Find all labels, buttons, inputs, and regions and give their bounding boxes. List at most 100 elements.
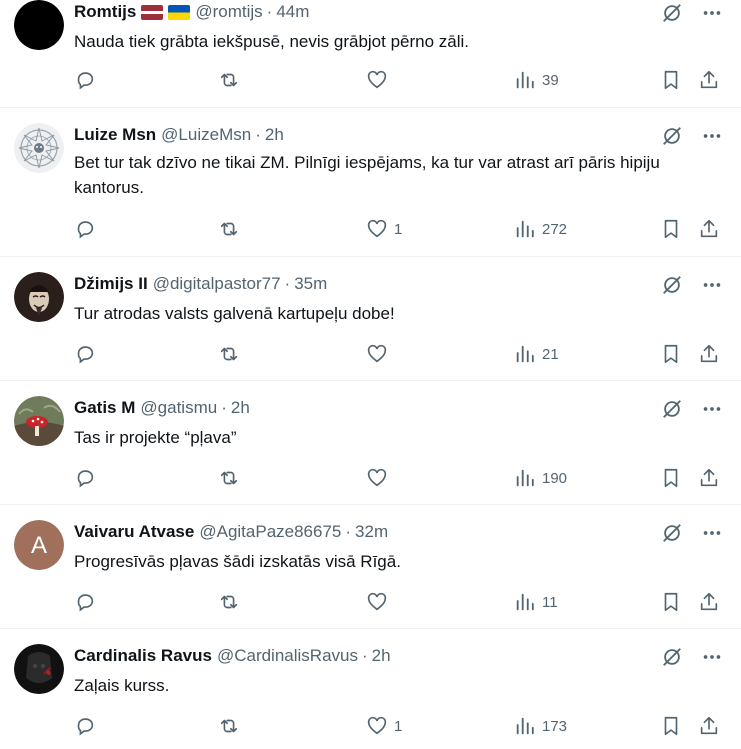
grok-icon[interactable]	[659, 644, 685, 670]
author-handle[interactable]: @gatismu	[140, 396, 217, 420]
retweet-button[interactable]	[218, 464, 246, 492]
avatar[interactable]	[14, 644, 64, 694]
tweet[interactable]: Gatis M @gatismu · 2h Tas ir projekte “p…	[0, 382, 741, 505]
views-button[interactable]: 39	[514, 66, 559, 94]
like-button[interactable]: 1	[366, 215, 402, 243]
more-icon[interactable]	[699, 123, 725, 149]
tweet-actions: 11	[74, 588, 724, 616]
bookmark-button[interactable]	[660, 215, 682, 243]
bookmark-button[interactable]	[660, 712, 682, 740]
views-button[interactable]: 272	[514, 215, 567, 243]
reply-button[interactable]	[74, 215, 102, 243]
reply-button[interactable]	[74, 340, 102, 368]
avatar[interactable]	[14, 272, 64, 322]
author-name[interactable]: Vaivaru Atvase	[74, 520, 194, 544]
views-button[interactable]: 21	[514, 340, 559, 368]
tweet-actions: 21	[74, 340, 724, 368]
reply-button[interactable]	[74, 712, 102, 740]
views-button[interactable]: 11	[514, 588, 558, 616]
more-icon[interactable]	[699, 520, 725, 546]
like-button[interactable]: 1	[366, 712, 402, 740]
tweet[interactable]: Luize Msn @LuizeMsn · 2h Bet tur tak dzī…	[0, 109, 741, 257]
tweet-actions: 1 272	[74, 215, 724, 243]
author-handle[interactable]: @romtijs	[195, 0, 262, 24]
grok-icon[interactable]	[659, 123, 685, 149]
separator: ·	[266, 2, 273, 21]
separator: ·	[284, 274, 291, 293]
retweet-button[interactable]	[218, 588, 246, 616]
retweet-button[interactable]	[218, 66, 246, 94]
timestamp[interactable]: 2h	[372, 644, 391, 668]
timestamp[interactable]: 35m	[294, 272, 327, 296]
tweet-actions: 39	[74, 66, 724, 94]
retweet-button[interactable]	[218, 712, 246, 740]
grok-icon[interactable]	[659, 272, 685, 298]
timestamp[interactable]: 2h	[265, 123, 284, 147]
ukraine-flag-icon	[168, 4, 191, 20]
separator: ·	[345, 522, 352, 541]
separator: ·	[361, 646, 368, 665]
reply-button[interactable]	[74, 464, 102, 492]
more-icon[interactable]	[699, 644, 725, 670]
share-button[interactable]	[698, 712, 720, 740]
timestamp[interactable]: 44m	[276, 0, 309, 24]
like-button[interactable]	[366, 464, 394, 492]
grok-icon[interactable]	[659, 520, 685, 546]
share-button[interactable]	[698, 588, 720, 616]
share-button[interactable]	[698, 340, 720, 368]
reply-button[interactable]	[74, 588, 102, 616]
grok-icon[interactable]	[659, 0, 685, 26]
retweet-button[interactable]	[218, 215, 246, 243]
bookmark-button[interactable]	[660, 464, 682, 492]
author-handle[interactable]: @digitalpastor77	[153, 272, 281, 296]
view-count: 190	[542, 469, 568, 487]
more-icon[interactable]	[699, 396, 725, 422]
avatar[interactable]	[14, 0, 64, 50]
tweet[interactable]: Cardinalis Ravus @CardinalisRavus · 2h Z…	[0, 630, 741, 749]
tweet[interactable]: Romtijs @romtijs · 44m Nauda tiek grābta…	[0, 0, 741, 108]
reply-feed: Romtijs @romtijs · 44m Nauda tiek grābta…	[0, 0, 741, 749]
views-button[interactable]: 173	[514, 712, 567, 740]
tweet-actions: 190	[74, 464, 724, 492]
more-icon[interactable]	[699, 0, 725, 26]
tweet-actions: 1 173	[74, 712, 724, 740]
share-button[interactable]	[698, 215, 720, 243]
author-name[interactable]: Cardinalis Ravus	[74, 644, 212, 668]
tweet-text: Tur atrodas valsts galvenā kartupeļu dob…	[74, 304, 395, 323]
tweet[interactable]: Džimijs II @digitalpastor77 · 35m Tur at…	[0, 258, 741, 381]
author-name[interactable]: Džimijs II	[74, 272, 148, 296]
avatar[interactable]	[14, 396, 64, 446]
retweet-button[interactable]	[218, 340, 246, 368]
timestamp[interactable]: 32m	[355, 520, 388, 544]
grok-icon[interactable]	[659, 396, 685, 422]
author-handle[interactable]: @AgitaPaze86675	[199, 520, 341, 544]
tweet-text: Nauda tiek grābta iekšpusē, nevis grābjo…	[74, 32, 470, 51]
tweet-text: Progresīvās pļavas šādi izskatās visā Rī…	[74, 552, 401, 571]
separator: ·	[255, 125, 261, 144]
more-icon[interactable]	[699, 272, 725, 298]
author-name[interactable]: Gatis M	[74, 396, 135, 420]
share-button[interactable]	[698, 464, 720, 492]
share-button[interactable]	[698, 66, 720, 94]
tweet[interactable]: A Vaivaru Atvase @AgitaPaze86675 · 32m P…	[0, 506, 741, 629]
author-handle[interactable]: @LuizeMsn	[161, 123, 251, 147]
author-handle[interactable]: @CardinalisRavus	[217, 644, 358, 668]
avatar-letter: A	[31, 532, 47, 559]
timestamp[interactable]: 2h	[231, 396, 250, 420]
bookmark-button[interactable]	[660, 340, 682, 368]
avatar[interactable]: A	[14, 520, 64, 570]
view-count: 11	[542, 593, 558, 611]
like-button[interactable]	[366, 340, 394, 368]
reply-button[interactable]	[74, 66, 102, 94]
views-button[interactable]: 190	[514, 464, 567, 492]
author-name[interactable]: Luize Msn	[74, 123, 156, 147]
bookmark-button[interactable]	[660, 588, 682, 616]
view-count: 21	[542, 345, 559, 363]
tweet-text: Zaļais kurss.	[74, 676, 170, 695]
bookmark-button[interactable]	[660, 66, 682, 94]
latvia-flag-icon	[141, 4, 164, 20]
like-button[interactable]	[366, 588, 394, 616]
like-button[interactable]	[366, 66, 394, 94]
avatar[interactable]	[14, 123, 64, 173]
author-name[interactable]: Romtijs	[74, 0, 136, 24]
